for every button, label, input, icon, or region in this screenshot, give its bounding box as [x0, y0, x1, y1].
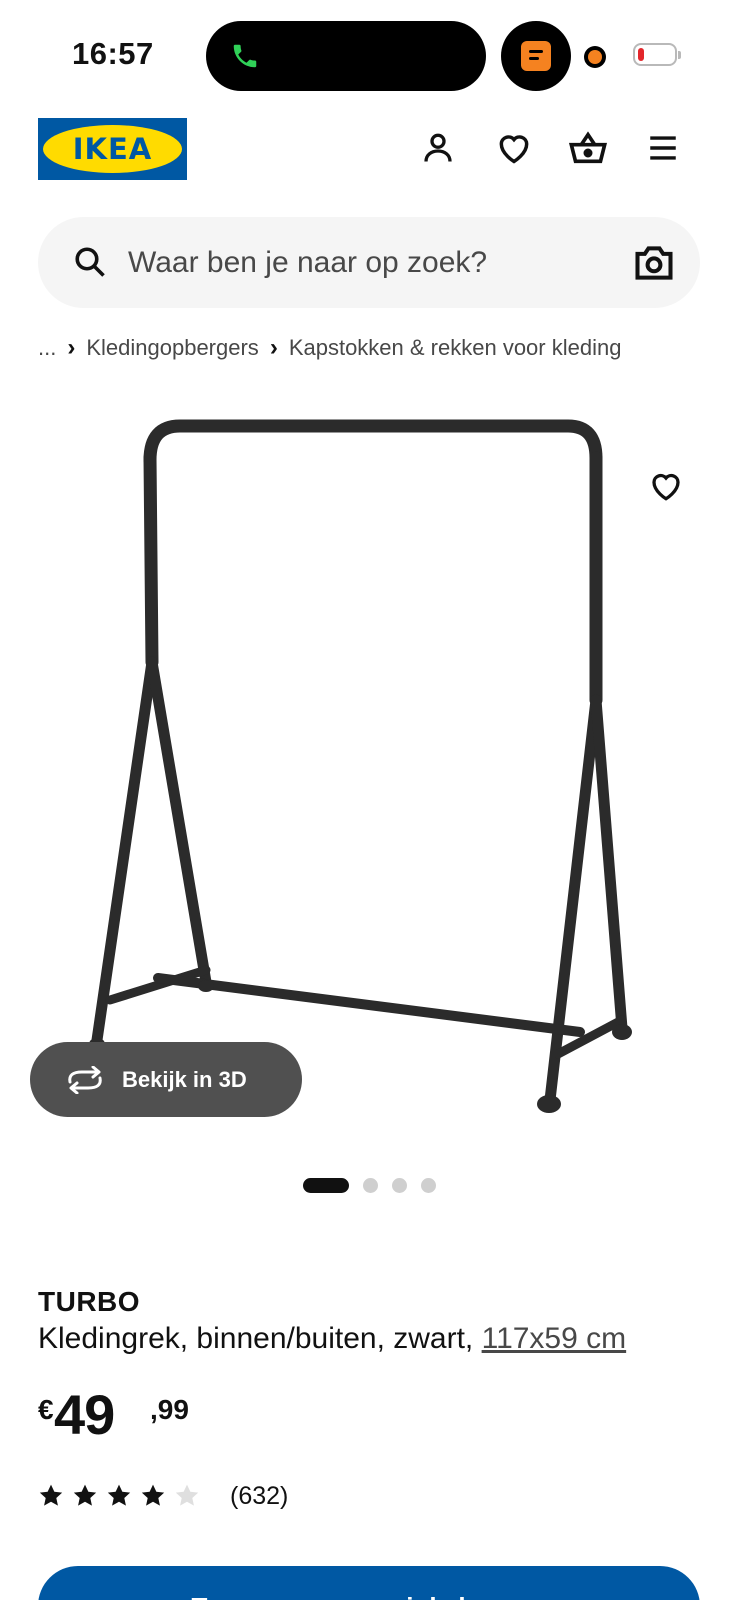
price-decimal: ,99 [150, 1394, 189, 1425]
live-activity-app[interactable] [501, 21, 571, 91]
review-count: (632) [230, 1481, 289, 1510]
add-to-cart-button[interactable]: Toevoegen aan winkelwagen [38, 1566, 700, 1600]
product-description-text: Kledingrek, binnen/buiten, zwart, [38, 1322, 474, 1355]
pagination-dot-3[interactable] [391, 1177, 407, 1193]
search-icon [75, 247, 105, 277]
pagination-dot-1[interactable] [302, 1177, 349, 1193]
star-empty-icon [175, 1484, 199, 1506]
favorites-button[interactable] [492, 126, 536, 170]
chevron-right-icon: › [67, 334, 76, 361]
add-to-cart-label: Toevoegen aan winkelwagen [192, 1592, 547, 1600]
star-filled-icon [107, 1484, 131, 1506]
battery-icon [633, 43, 681, 66]
pagination-dot-2[interactable] [362, 1177, 378, 1193]
rotate-3d-icon [68, 1065, 102, 1094]
chevron-right-icon: › [269, 334, 278, 361]
breadcrumb-item-kapstokken[interactable]: Kapstokken & rekken voor kleding [289, 335, 622, 361]
search-input[interactable] [128, 237, 608, 289]
privacy-indicator-dot [584, 46, 606, 68]
price-currency: € [38, 1394, 54, 1425]
breadcrumb: ... › Kledingopbergers › Kapstokken & re… [38, 330, 621, 366]
basket-icon [568, 131, 608, 164]
app-activity-icon [521, 41, 551, 71]
product-rating[interactable]: (632) [38, 1480, 288, 1512]
breadcrumb-ellipsis[interactable]: ... [38, 335, 56, 361]
product-dimensions-link[interactable]: 117x59 cm [482, 1322, 627, 1355]
product-description: Kledingrek, binnen/buiten, zwart, 117x59… [38, 1322, 626, 1356]
basket-button[interactable] [566, 126, 610, 170]
star-filled-icon [39, 1484, 63, 1506]
heart-icon [499, 135, 529, 164]
search-bar[interactable] [38, 217, 700, 308]
pagination-dot-4[interactable] [420, 1177, 436, 1193]
user-icon [424, 133, 452, 162]
camera-search-icon[interactable] [632, 241, 676, 285]
gallery-pagination [0, 1176, 738, 1194]
product-image-clothes-rack[interactable] [80, 400, 670, 1150]
menu-button[interactable] [641, 126, 685, 170]
account-button[interactable] [416, 126, 460, 170]
logo-text: IKEA [72, 132, 153, 166]
product-name: TURBO [38, 1286, 141, 1317]
heart-icon [652, 473, 680, 501]
dynamic-island-call[interactable] [206, 21, 486, 91]
hamburger-menu-icon [650, 136, 676, 160]
status-bar: 16:57 [0, 0, 738, 110]
phone-call-icon [233, 44, 257, 68]
product-favorite-button[interactable] [644, 464, 688, 508]
status-time: 16:57 [72, 36, 154, 71]
ikea-logo[interactable]: IKEA [38, 118, 187, 180]
breadcrumb-item-kledingopbergers[interactable]: Kledingopbergers [86, 335, 258, 361]
star-filled-icon [141, 1484, 165, 1506]
price-integer: 49 [54, 1383, 115, 1446]
view-in-3d-button[interactable]: Bekijk in 3D [30, 1042, 302, 1117]
view-in-3d-label: Bekijk in 3D [122, 1066, 247, 1092]
star-filled-icon [73, 1484, 97, 1506]
